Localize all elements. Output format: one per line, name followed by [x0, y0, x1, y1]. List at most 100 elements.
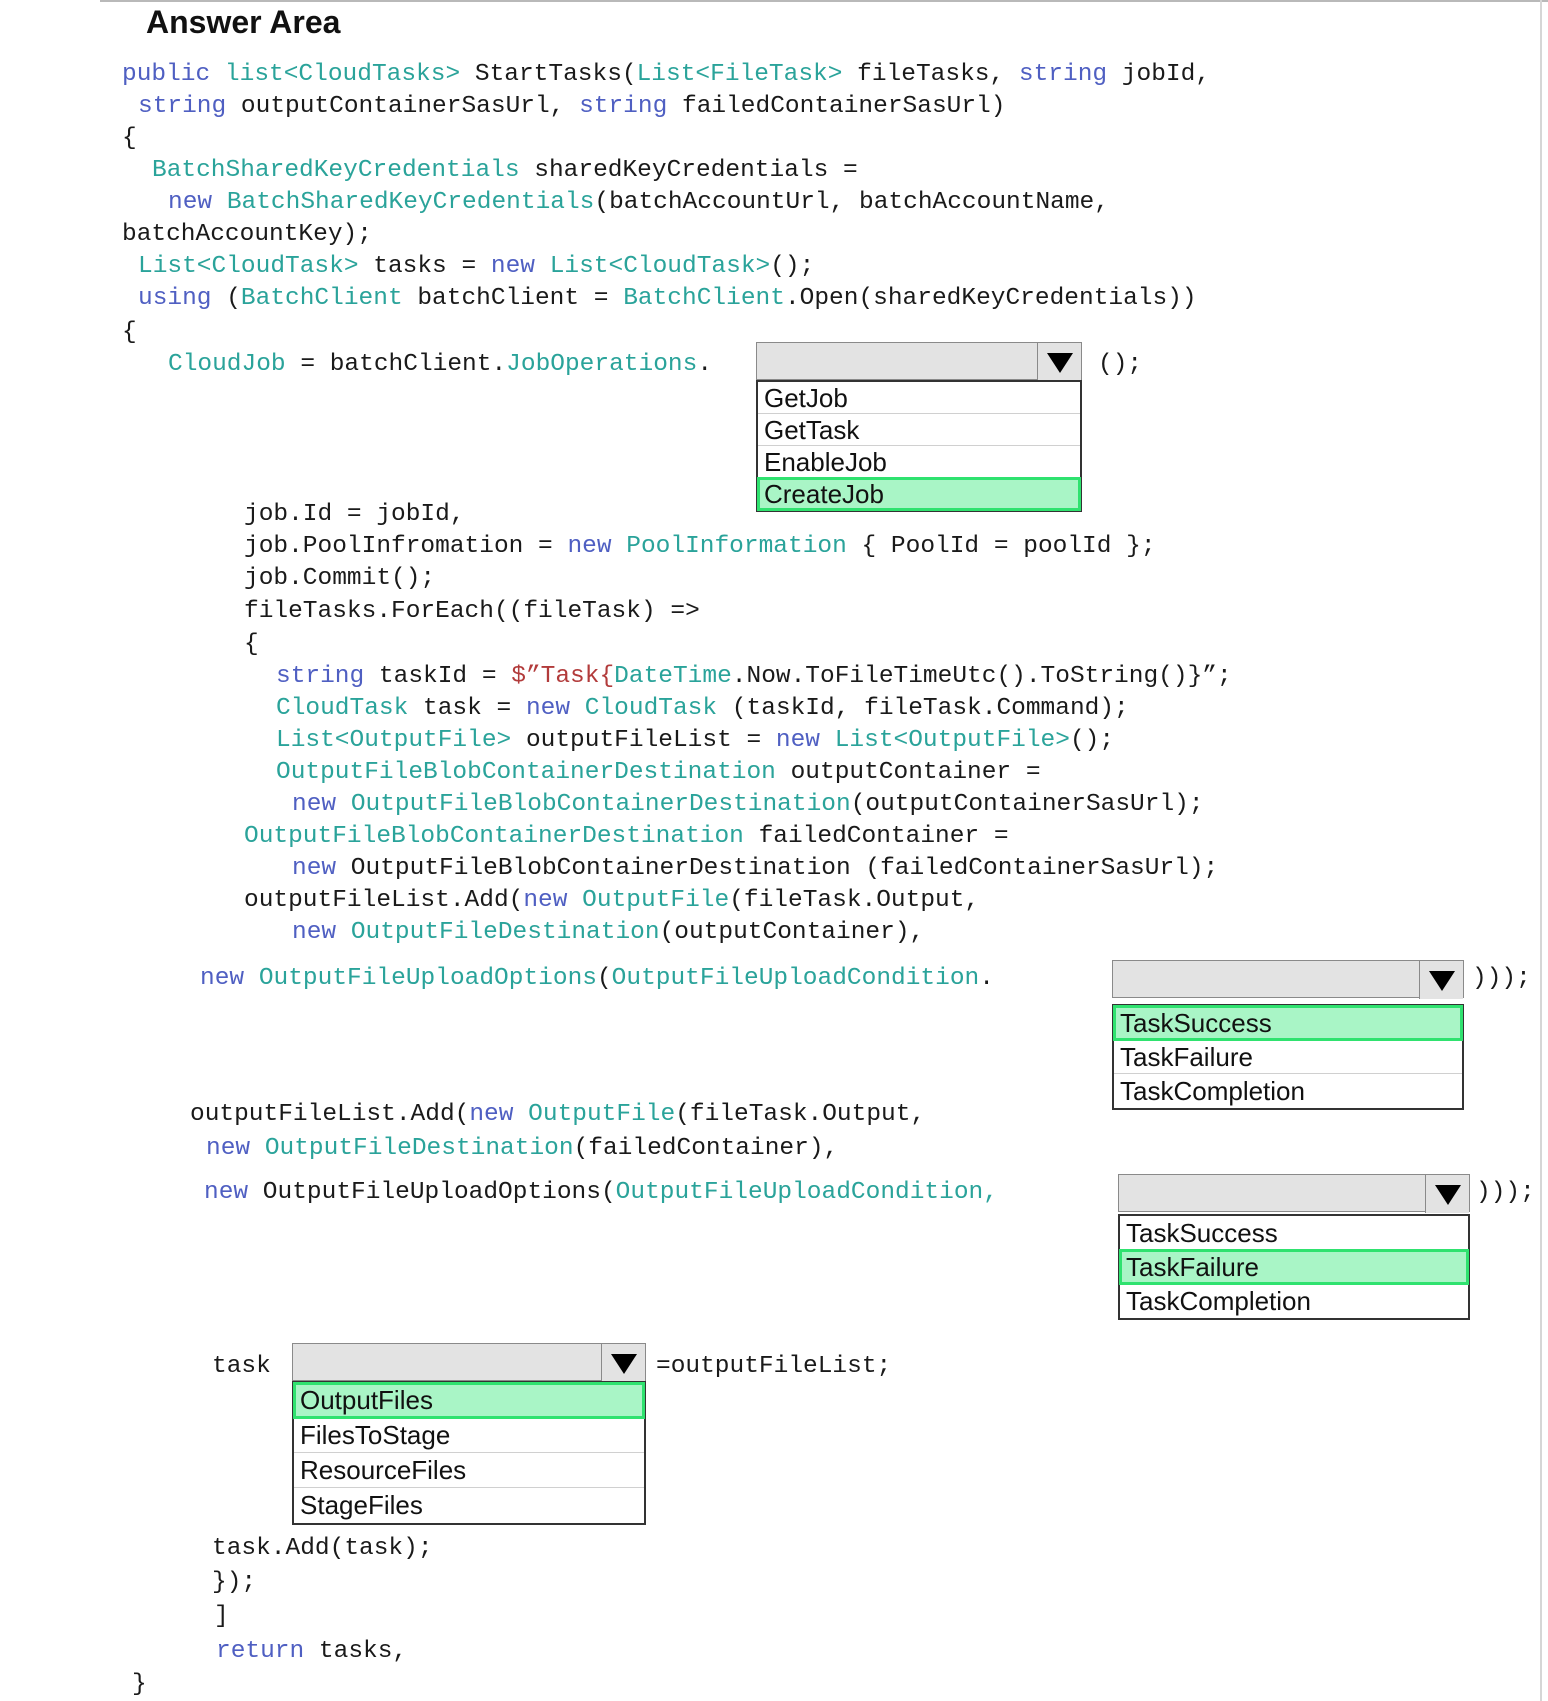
- code-token: BatchSharedKeyCredentials: [226, 189, 595, 216]
- code-token: $”Task{: [511, 663, 615, 690]
- dropdown-toggle-button[interactable]: [1419, 961, 1463, 999]
- code-token: OutputFileBlobContainerDestination (fail…: [336, 855, 1219, 882]
- code-token: CloudTask: [276, 695, 409, 722]
- code-token: failedContainer =: [743, 823, 1009, 850]
- code-line-24: new OutputFileDestination(outputContaine…: [292, 918, 924, 948]
- code-token: (fileTask.Output,: [729, 887, 980, 914]
- code-line-21: OutputFileBlobContainerDestination faile…: [244, 822, 1009, 852]
- dropdown-field[interactable]: [1118, 1174, 1470, 1213]
- code-token: ();: [1069, 727, 1115, 754]
- code-line-11: job.Id = jobId,: [244, 501, 465, 528]
- code-line-28: new OutputFileUploadOptions(OutputFileUp…: [204, 1178, 998, 1208]
- code-token: List<OutputFile>: [276, 727, 512, 754]
- code-token: tasks =: [358, 253, 491, 280]
- dropdown-options: TaskSuccess TaskFailure TaskCompletion: [1112, 1004, 1464, 1110]
- dropdown-field[interactable]: [1112, 960, 1464, 999]
- code-token: JobOperations: [506, 351, 698, 378]
- top-border: [100, 0, 1548, 2]
- option-tasksuccess[interactable]: TaskSuccess: [1113, 1005, 1463, 1041]
- code-line-27: new OutputFileDestination(failedContaine…: [206, 1134, 838, 1164]
- chevron-down-icon: [1429, 971, 1455, 991]
- code-token: batchClient =: [402, 285, 624, 312]
- code-token: OutputFileUploadCondition: [611, 965, 980, 992]
- code-line-31: });: [212, 1569, 257, 1596]
- code-token: .: [697, 351, 713, 378]
- dropdown-options: OutputFiles FilesToStage ResourceFiles S…: [292, 1381, 646, 1525]
- option-getjob[interactable]: GetJob: [758, 382, 1080, 414]
- code-token: outputContainer =: [775, 759, 1041, 786]
- code-line-8: using (BatchClient batchClient = BatchCl…: [138, 284, 1197, 314]
- code-token: OutputFile: [582, 887, 730, 914]
- code-line-22: new OutputFileBlobContainerDestination (…: [292, 854, 1218, 884]
- code-token: failedContainerSasUrl): [667, 93, 1006, 120]
- code-token: sharedKeyCredentials =: [519, 157, 858, 184]
- code-token: string: [138, 93, 227, 120]
- option-taskcompletion[interactable]: TaskCompletion: [1120, 1284, 1468, 1318]
- code-token: BatchClient: [623, 285, 785, 312]
- dropdown-toggle-button[interactable]: [1037, 343, 1081, 381]
- code-token: list<CloudTasks>: [224, 61, 461, 88]
- code-line-2: string outputContainerSasUrl, string fai…: [138, 92, 1005, 122]
- code-line-7: List<CloudTask> tasks = new List<CloudTa…: [138, 252, 814, 282]
- code-token: PoolInformation: [626, 533, 847, 560]
- code-token: using: [138, 285, 212, 312]
- code-token: List<CloudTask>: [549, 253, 771, 280]
- code-line-15: {: [244, 631, 259, 658]
- code-line-18: List<OutputFile> outputFileList = new Li…: [276, 726, 1114, 756]
- code-token: ();: [770, 253, 815, 280]
- code-line-32: ]: [214, 1603, 229, 1630]
- option-filestostage[interactable]: FilesToStage: [294, 1418, 644, 1453]
- code-token: BatchSharedKeyCredentials: [152, 157, 520, 184]
- dropdown-field[interactable]: [292, 1343, 646, 1382]
- code-token: DateTime: [614, 663, 732, 690]
- option-enablejob[interactable]: EnableJob: [758, 446, 1080, 478]
- dropdown-options: GetJob GetTask EnableJob CreateJob: [756, 380, 1082, 512]
- code-token: OutputFileUploadCondition,: [615, 1179, 998, 1206]
- option-outputfiles[interactable]: OutputFiles: [293, 1382, 645, 1419]
- code-token: (: [211, 285, 241, 312]
- code-token: (taskId, fileTask.Command);: [717, 695, 1129, 722]
- chevron-down-icon: [1435, 1185, 1461, 1205]
- code-token: List<CloudTask>: [138, 253, 359, 280]
- code-token: new: [168, 189, 213, 216]
- code-line-29: task: [212, 1353, 271, 1380]
- code-token: OutputFileBlobContainerDestination: [276, 759, 776, 786]
- code-line-17: CloudTask task = new CloudTask (taskId, …: [276, 694, 1129, 724]
- code-token: OutputFileDestination: [264, 1135, 574, 1162]
- dropdown-field[interactable]: [756, 342, 1082, 381]
- answer-area-title: Answer Area: [146, 4, 341, 40]
- code-token: (fileTask.Output,: [675, 1101, 926, 1128]
- code-token: new: [204, 1179, 249, 1206]
- code-line-3: {: [122, 125, 137, 152]
- option-tasksuccess[interactable]: TaskSuccess: [1120, 1216, 1468, 1250]
- code-line-10: CloudJob = batchClient.JobOperations.: [168, 350, 712, 380]
- code-line-14: fileTasks.ForEach((fileTask) =>: [244, 598, 700, 625]
- code-token: new: [525, 695, 571, 722]
- option-resourcefiles[interactable]: ResourceFiles: [294, 1453, 644, 1488]
- code-line-20: new OutputFileBlobContainerDestination(o…: [292, 790, 1204, 820]
- option-taskfailure[interactable]: TaskFailure: [1119, 1249, 1469, 1285]
- code-line-26: outputFileList.Add(new OutputFile(fileTa…: [190, 1100, 925, 1130]
- option-stagefiles[interactable]: StageFiles: [294, 1488, 644, 1523]
- code-line-34: }: [132, 1671, 147, 1698]
- code-token: StartTasks(: [460, 61, 637, 88]
- option-taskcompletion[interactable]: TaskCompletion: [1114, 1074, 1462, 1108]
- code-line-9: {: [122, 319, 137, 346]
- option-createjob[interactable]: CreateJob: [757, 477, 1081, 511]
- dropdown-toggle-button[interactable]: [1425, 1175, 1469, 1213]
- code-token: string: [276, 663, 365, 690]
- code-token: CloudTask: [584, 695, 718, 722]
- code-token: (: [596, 965, 612, 992]
- option-taskfailure[interactable]: TaskFailure: [1114, 1040, 1462, 1074]
- chevron-down-icon: [611, 1354, 637, 1374]
- code-token: new: [292, 791, 337, 818]
- chevron-down-icon: [1047, 353, 1073, 373]
- code-token: CloudJob: [168, 351, 286, 378]
- code-line-25: new OutputFileUploadOptions(OutputFileUp…: [200, 964, 994, 994]
- code-token: BatchClient: [240, 285, 403, 312]
- code-line-12: job.PoolInfromation = new PoolInformatio…: [244, 532, 1156, 562]
- dropdown-toggle-button[interactable]: [601, 1344, 645, 1382]
- option-gettask[interactable]: GetTask: [758, 414, 1080, 446]
- code-token: .: [979, 965, 994, 992]
- code-token: (outputContainer),: [659, 919, 925, 946]
